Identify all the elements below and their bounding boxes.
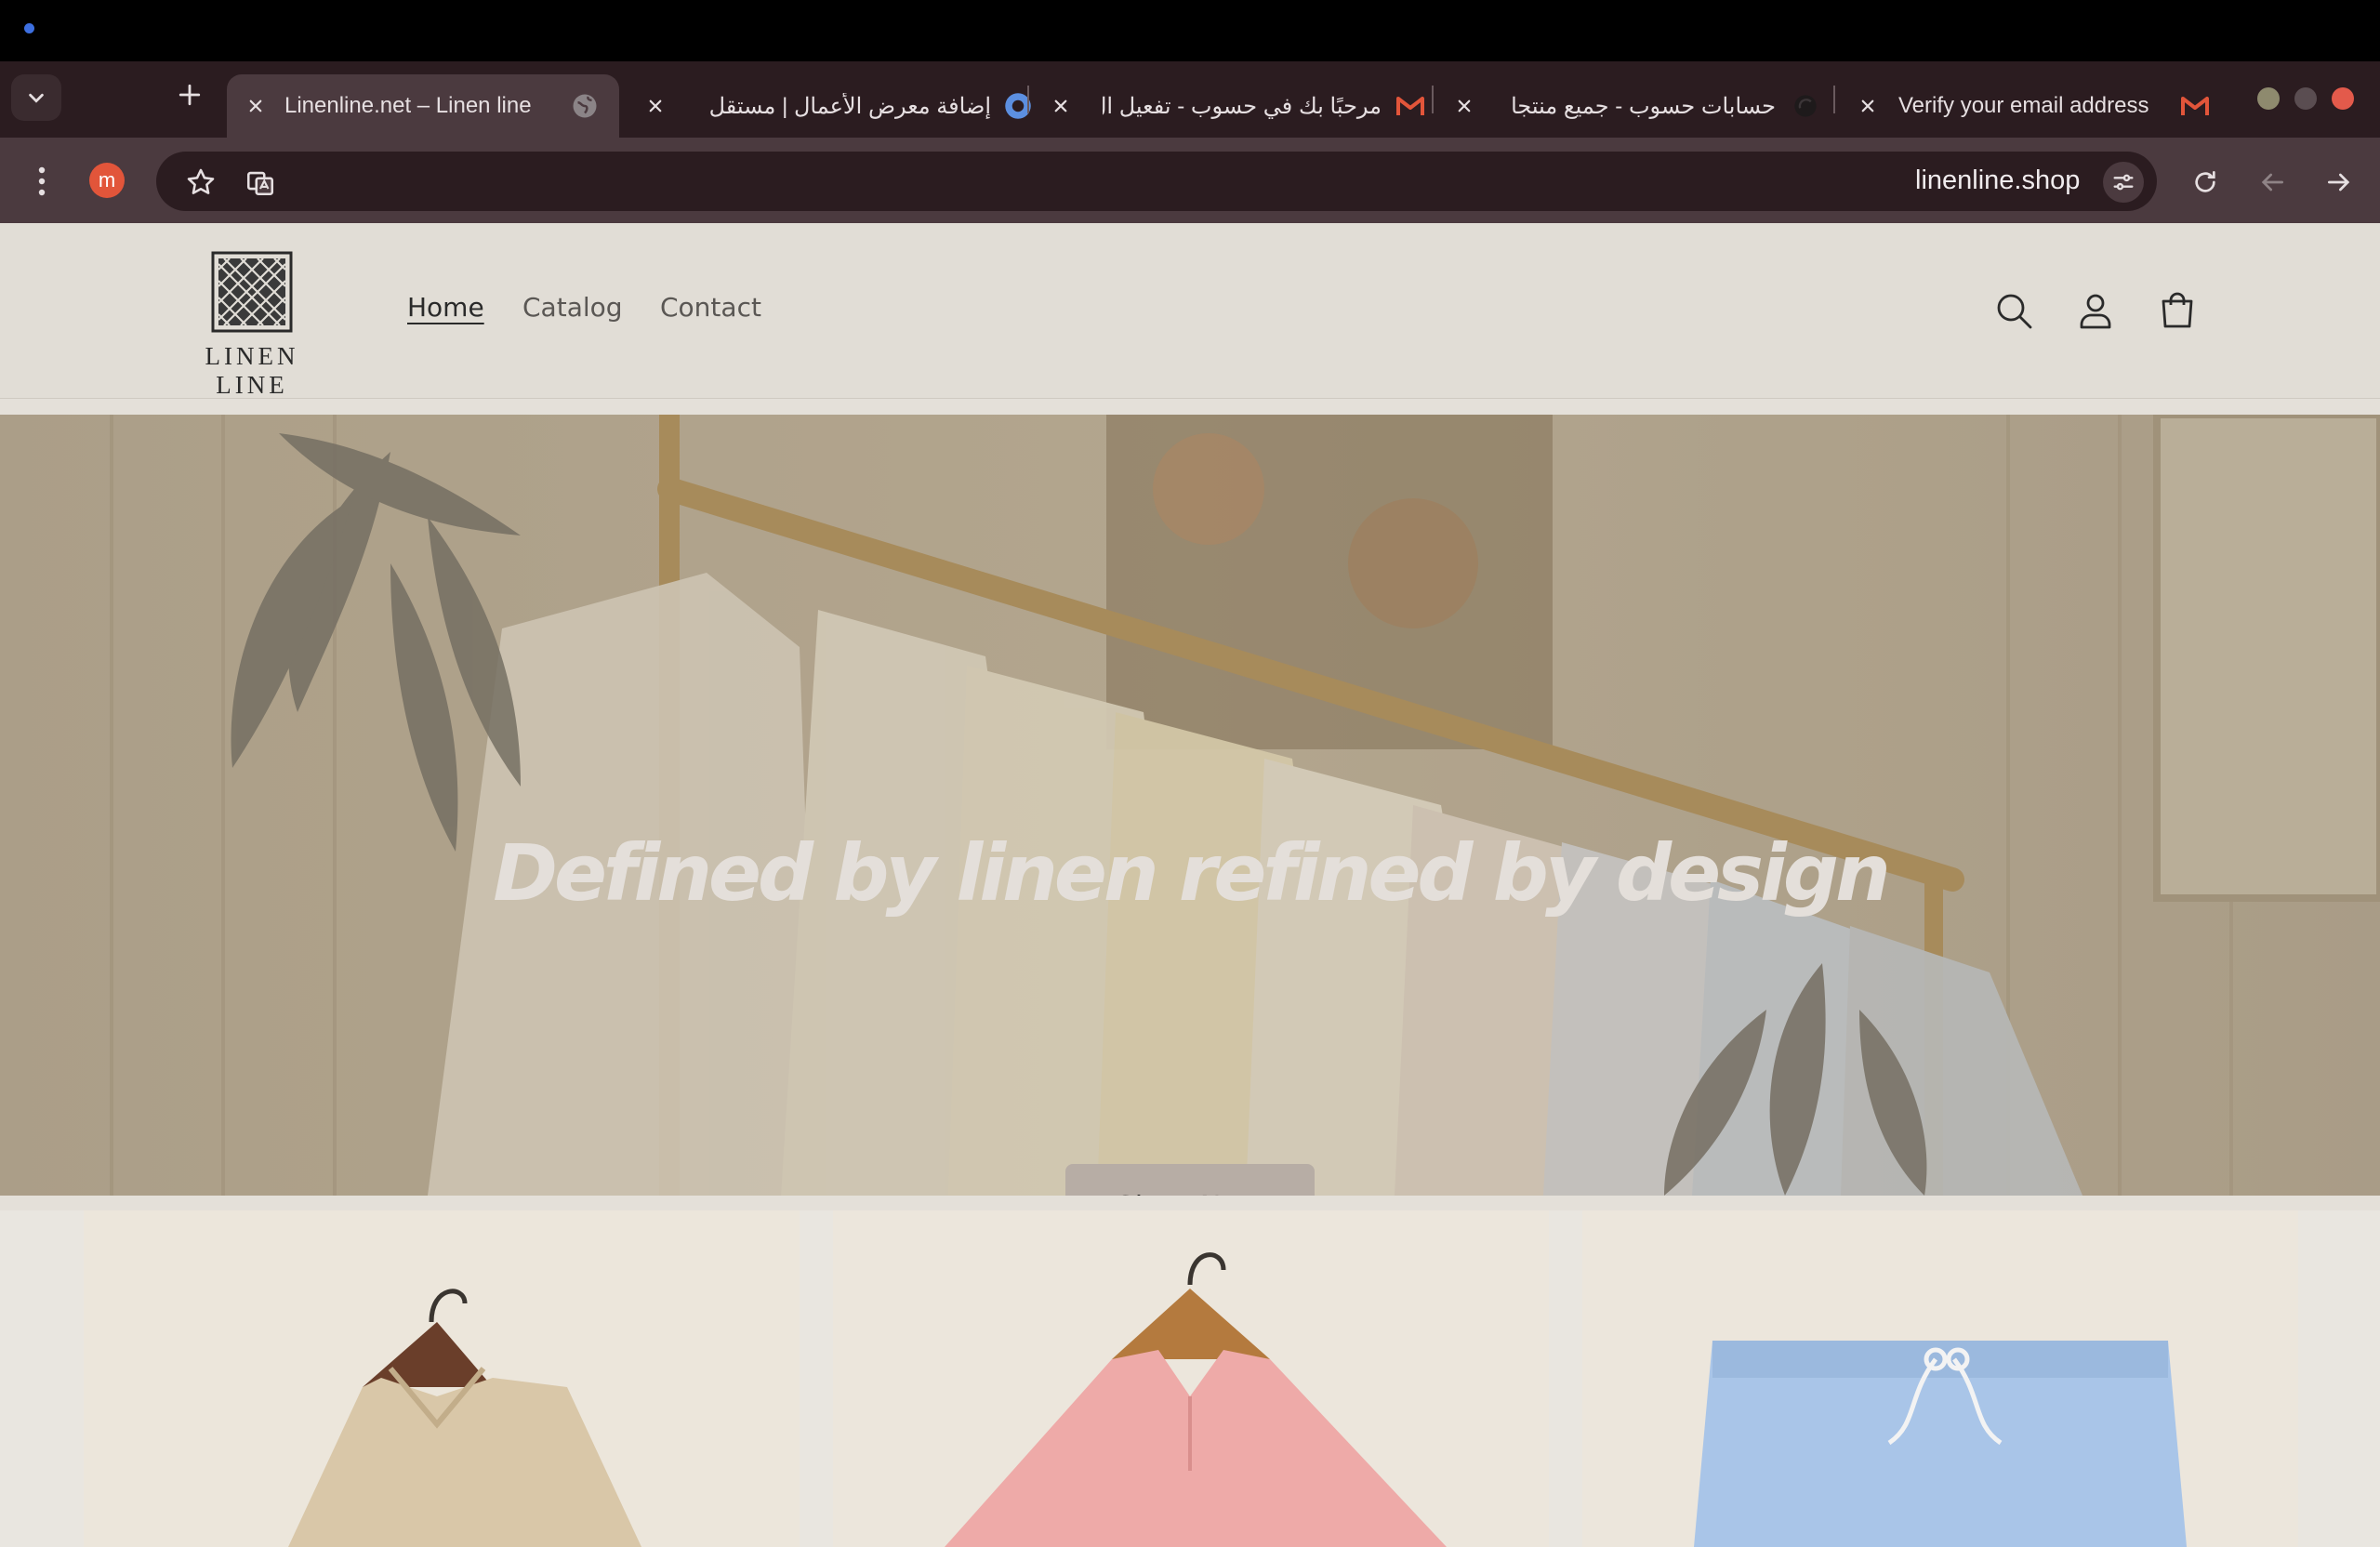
- forward-button[interactable]: [2319, 162, 2360, 203]
- nav-home[interactable]: Home: [407, 292, 484, 323]
- window-minimize-button[interactable]: [2257, 87, 2280, 110]
- window-maximize-button[interactable]: [2294, 87, 2317, 110]
- tune-icon: [2113, 174, 2134, 191]
- hero-banner: Defined by linen refined by design Shop …: [0, 415, 2380, 1196]
- tab-verify-email[interactable]: Verify your email address: [1854, 74, 2226, 138]
- address-bar[interactable]: [156, 152, 2157, 211]
- window-close-button[interactable]: [2332, 87, 2354, 110]
- back-button[interactable]: [2252, 162, 2293, 203]
- star-icon: [187, 168, 215, 194]
- hero-overlay: [0, 415, 2380, 1196]
- tab-separator: [1833, 86, 1835, 113]
- tab-title: Verify your email address: [1898, 93, 2149, 118]
- profile-avatar[interactable]: m: [89, 163, 125, 198]
- chevron-down-icon: [29, 93, 44, 103]
- close-tab-icon[interactable]: [242, 92, 270, 120]
- arrow-right-icon: [2328, 173, 2350, 192]
- hsoub-icon: [1792, 93, 1818, 119]
- reload-button[interactable]: [2185, 162, 2226, 203]
- nav-catalog[interactable]: Catalog: [522, 292, 623, 323]
- account-icon[interactable]: [2073, 288, 2118, 333]
- web-page: LINEN LINE Home Catalog Contact Defined …: [0, 223, 2380, 1547]
- close-tab-icon[interactable]: [1450, 92, 1478, 120]
- plus-icon: [178, 84, 201, 106]
- product-card-pink-shirt[interactable]: [833, 1210, 1549, 1547]
- close-tab-icon[interactable]: [1854, 92, 1882, 120]
- tab-mostaql[interactable]: إضافة معرض الأعمال | مستقل: [641, 74, 1051, 138]
- url-text[interactable]: linenline.shop: [1915, 162, 2080, 199]
- close-tab-icon[interactable]: [641, 92, 669, 120]
- translate-icon: [246, 171, 274, 196]
- beige-linen-shirt-image: [84, 1210, 800, 1547]
- arrow-left-icon: [2261, 173, 2283, 192]
- new-tab-button[interactable]: [173, 78, 206, 112]
- logo-wordmark: LINEN LINE: [205, 342, 299, 399]
- tab-hsoub-welcome[interactable]: مرحبًا بك في حسوب - تفعيل ال: [1047, 74, 1430, 138]
- kebab-menu-icon: [38, 166, 46, 196]
- site-logo[interactable]: LINEN LINE: [165, 251, 338, 400]
- nav-contact[interactable]: Contact: [660, 292, 761, 323]
- shop-now-button[interactable]: Shop Now: [1065, 1164, 1315, 1196]
- tab-separator: [1432, 86, 1434, 113]
- site-header: LINEN LINE Home Catalog Contact: [0, 223, 2380, 399]
- tab-search-button[interactable]: [11, 74, 61, 121]
- search-icon[interactable]: [1991, 288, 2036, 333]
- translate-button[interactable]: [242, 164, 279, 201]
- product-card-blue-shorts[interactable]: [1582, 1210, 2298, 1547]
- product-grid: [0, 1210, 2380, 1547]
- tab-title: حسابات حسوب - جميع منتجا: [1511, 93, 1776, 119]
- close-tab-icon[interactable]: [1047, 92, 1075, 120]
- gmail-icon: [1396, 95, 1424, 117]
- tab-separator: [1027, 86, 1029, 113]
- blue-linen-shorts-image: [1582, 1210, 2298, 1547]
- globe-icon: [571, 92, 599, 120]
- logo-lattice-icon: [211, 251, 293, 333]
- reload-icon: [2195, 171, 2215, 192]
- tab-linenline[interactable]: Linenline.net – Linen line: [227, 74, 619, 138]
- tab-title: إضافة معرض الأعمال | مستقل: [708, 93, 991, 119]
- bookmark-button[interactable]: [182, 164, 219, 201]
- tab-title: مرحبًا بك في حسوب - تفعيل ال: [1103, 93, 1382, 119]
- product-card-beige-shirt[interactable]: [84, 1210, 800, 1547]
- status-indicator-dot: [24, 23, 34, 33]
- tab-hsoub-accounts[interactable]: حسابات حسوب - جميع منتجا: [1450, 74, 1831, 138]
- gmail-icon: [2181, 95, 2209, 117]
- browser-menu-button[interactable]: [26, 164, 58, 199]
- tab-strip: Linenline.net – Linen line إضافة معرض ال…: [0, 61, 2380, 138]
- tab-title: Linenline.net – Linen line: [284, 93, 532, 118]
- cart-icon[interactable]: [2155, 288, 2200, 333]
- pink-linen-shirt-image: [833, 1210, 1549, 1547]
- site-settings-button[interactable]: [2103, 162, 2144, 203]
- system-top-bar: [0, 0, 2380, 61]
- hero-title: Defined by linen refined by design: [493, 827, 1891, 919]
